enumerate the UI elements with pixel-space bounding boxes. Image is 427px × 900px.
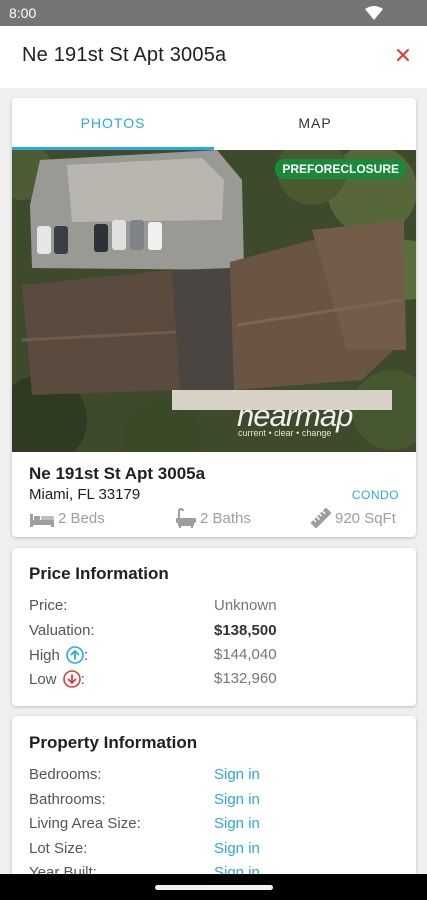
price-label: Price: [29,597,68,614]
status-bar: 8:00 [0,0,427,26]
app-bar: Ne 191st St Apt 3005a [0,26,427,88]
price-information-title: Price Information [29,564,169,583]
sqft-value: 920 SqFt [335,510,396,527]
bathrooms-sign-in-link[interactable]: Sign in [214,791,260,808]
page-title: Ne 191st St Apt 3005a [22,44,227,66]
high-label-colon: : [84,647,89,664]
low-label: Low [29,671,57,688]
preforeclosure-badge: PREFORECLOSURE [275,159,406,179]
lot-size-sign-in-link[interactable]: Sign in [214,840,260,857]
living-area-label: Living Area Size: [29,815,141,832]
ruler-icon [310,508,332,528]
nearmap-watermark-tagline: current • clear • change [238,428,332,438]
price-value: Unknown [214,597,277,614]
price-information-card: Price Information Price: Unknown Valuati… [12,548,416,706]
status-time: 8:00 [9,5,37,21]
property-information-title: Property Information [29,733,198,752]
property-card: PHOTOS MAP PREFORECLOSURE nearmap curren… [12,98,416,537]
sqft-feature: 920 SqFt [310,508,410,528]
property-information-card: Property Information Bedrooms: Sign in B… [12,716,416,896]
aerial-photo-image [12,150,416,452]
property-address: Ne 191st St Apt 3005a [29,464,206,483]
bedrooms-label: Bedrooms: [29,766,102,783]
arrow-down-circle-icon [62,670,81,688]
high-value: $144,040 [214,646,277,663]
tab-photos[interactable]: PHOTOS [12,98,214,150]
property-type: CONDO [351,488,399,502]
aerial-photo[interactable]: PREFORECLOSURE nearmap current • clear •… [12,150,416,452]
baths-value: 2 Baths [200,510,251,527]
tab-map[interactable]: MAP [214,98,416,150]
bathtub-icon [176,508,196,528]
system-navigation-bar [0,874,427,900]
high-label: High [29,647,60,664]
bathrooms-label: Bathrooms: [29,791,106,808]
wifi-icon [365,6,383,20]
beds-value: 2 Beds [58,510,105,527]
bed-icon [30,514,54,527]
close-icon[interactable] [393,45,413,65]
low-label-colon: : [80,671,85,688]
beds-feature: 2 Beds [29,508,139,528]
property-city: Miami, FL 33179 [29,486,141,503]
valuation-value: $138,500 [214,622,277,639]
valuation-label: Valuation: [29,622,95,639]
bedrooms-sign-in-link[interactable]: Sign in [214,766,260,783]
high-label-row: High : [29,646,88,664]
lot-size-label: Lot Size: [29,840,88,857]
tab-bar: PHOTOS MAP [12,98,416,150]
home-gesture-handle[interactable] [155,885,273,890]
low-value: $132,960 [214,670,277,687]
baths-feature: 2 Baths [175,508,285,528]
living-area-sign-in-link[interactable]: Sign in [214,815,260,832]
arrow-up-circle-icon [66,646,84,664]
low-label-row: Low : [29,670,85,688]
